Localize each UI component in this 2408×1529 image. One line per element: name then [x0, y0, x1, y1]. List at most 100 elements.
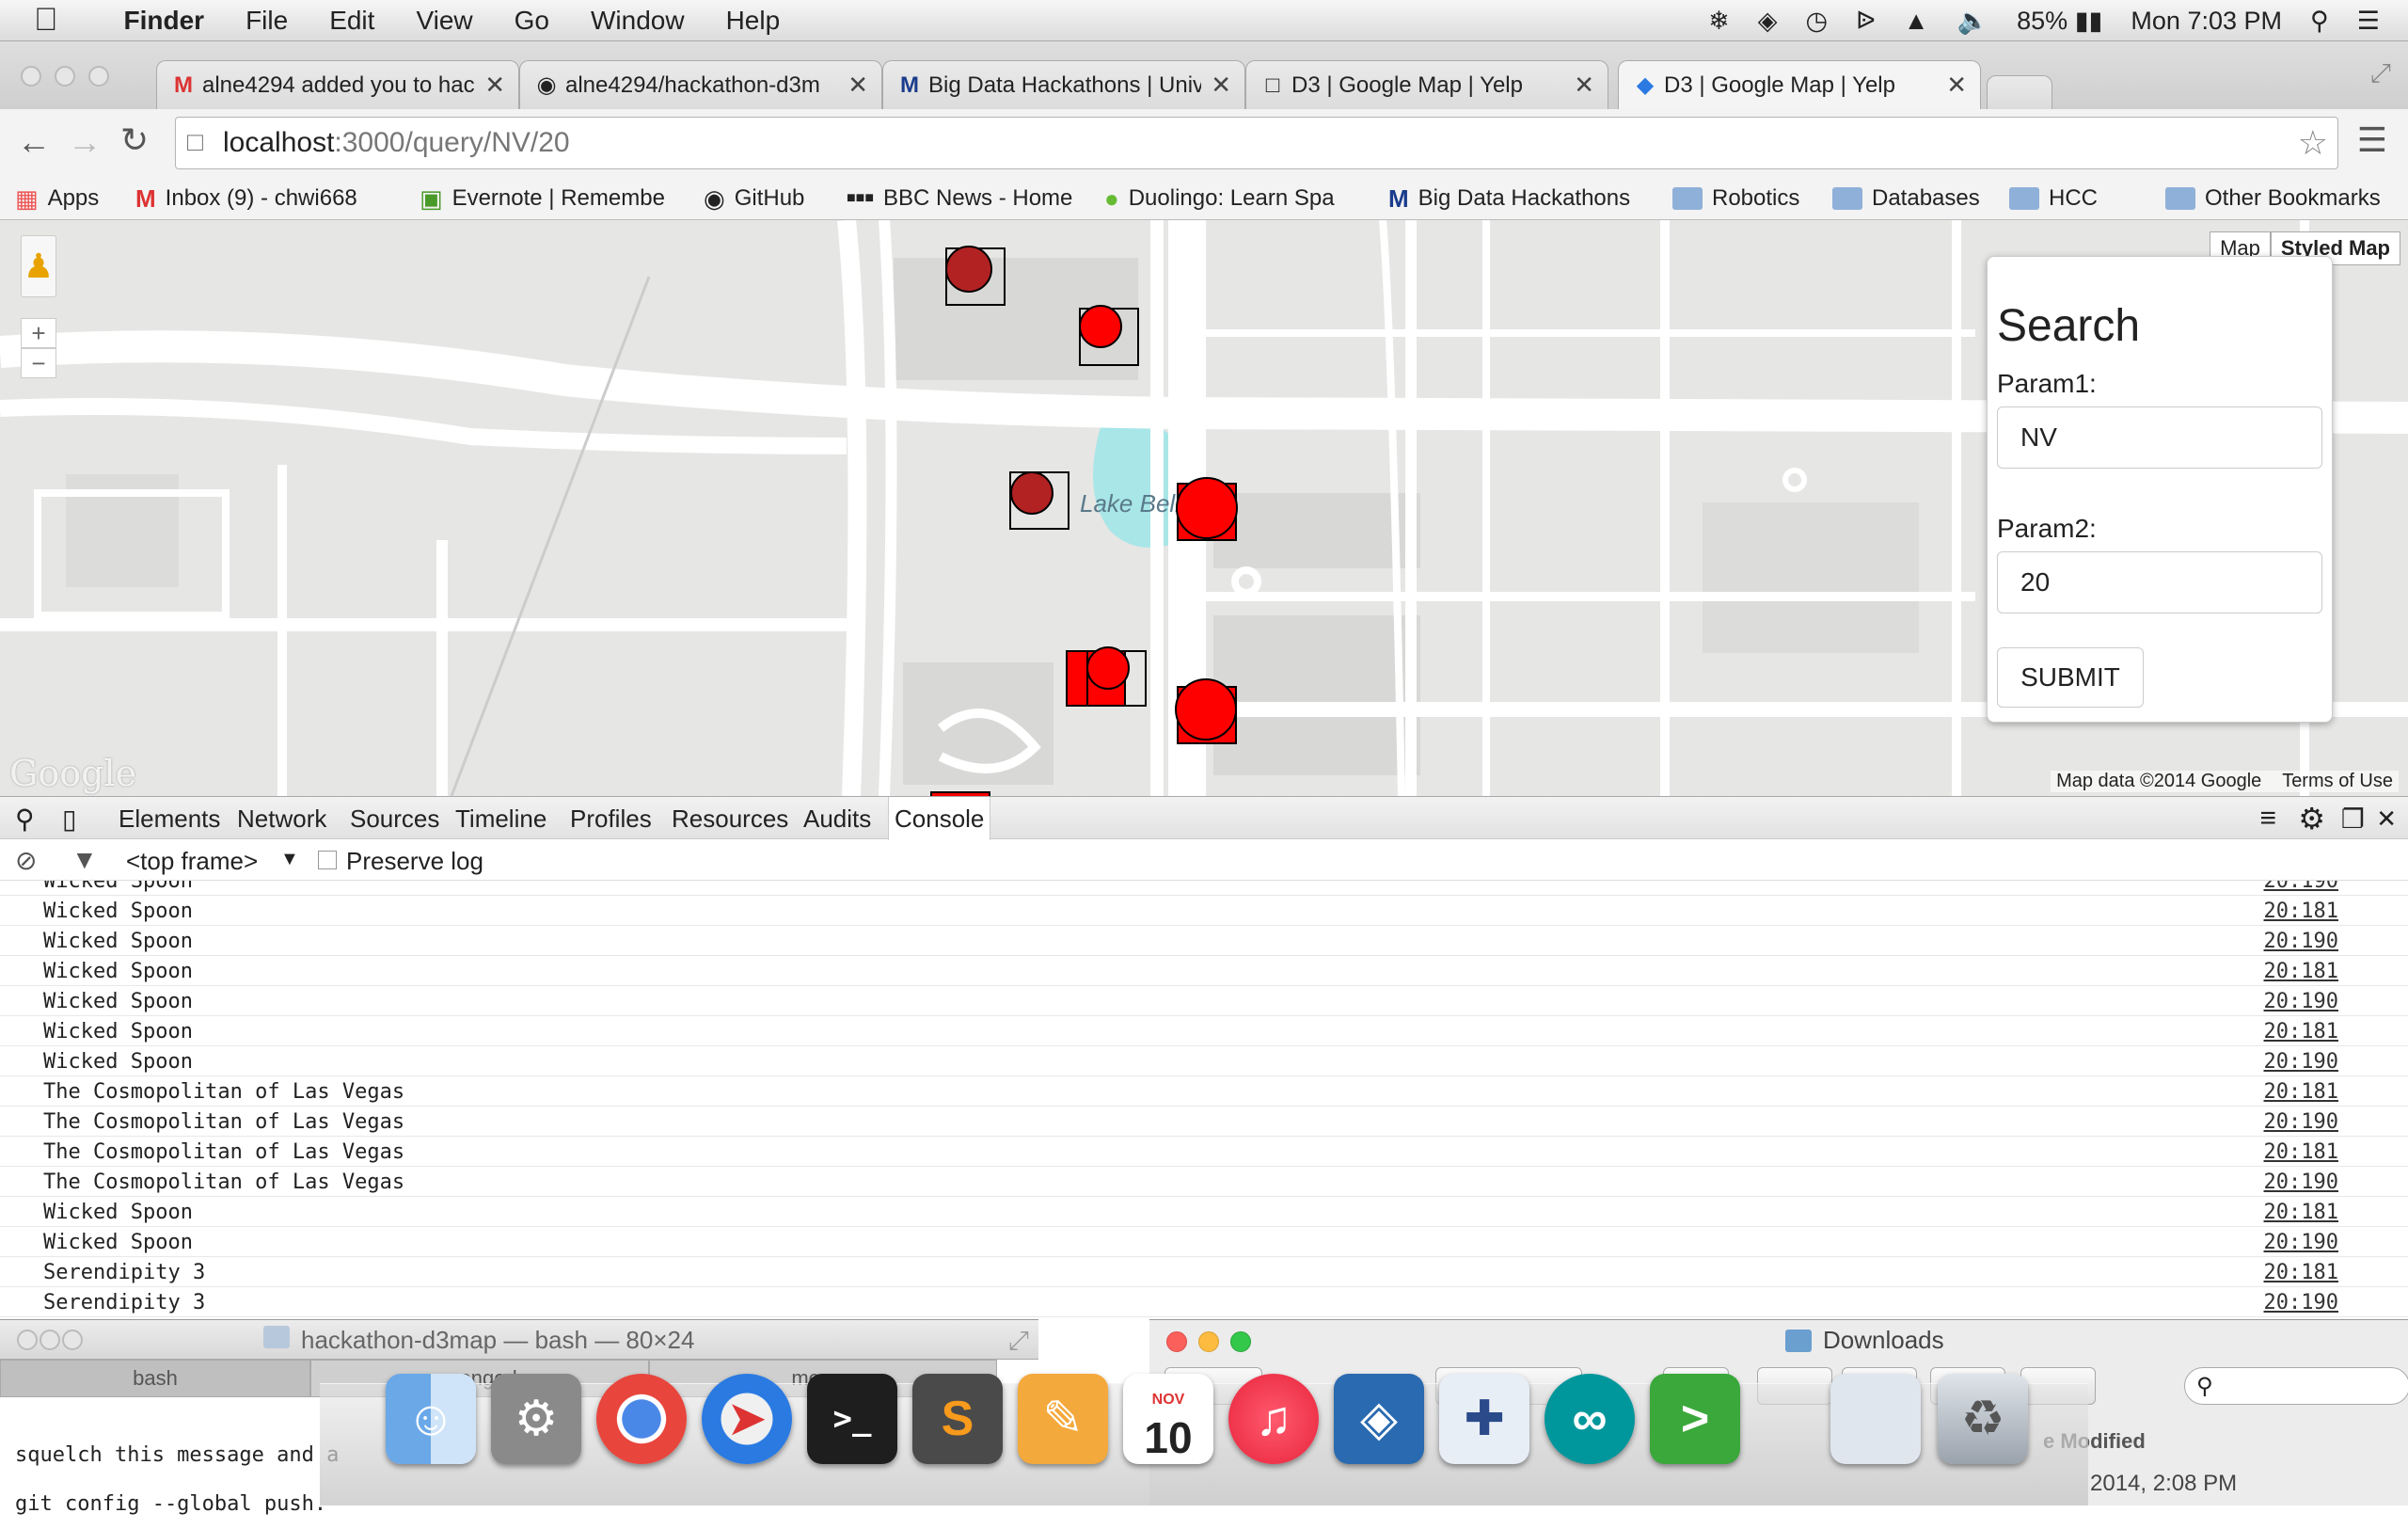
filter-icon[interactable]: ▼	[71, 845, 98, 875]
back-icon[interactable]: ←	[17, 122, 51, 162]
itunes-icon[interactable]: ♫	[1228, 1374, 1319, 1464]
fullscreen-icon[interactable]: ⤢	[2370, 58, 2391, 89]
pages-icon[interactable]: ✎	[1018, 1374, 1108, 1464]
tab-close-icon[interactable]: ✕	[1946, 71, 1967, 100]
tab-elements[interactable]: Elements	[119, 797, 220, 840]
source-link[interactable]: 20:181	[2264, 900, 2338, 923]
system-preferences-icon[interactable]: ⚙	[491, 1374, 581, 1464]
window-close-button[interactable]	[21, 66, 41, 87]
menu-go[interactable]: Go	[515, 6, 549, 36]
tab-close-icon[interactable]: ✕	[1574, 71, 1594, 100]
source-link[interactable]: 20:181	[2264, 1261, 2338, 1284]
source-link[interactable]: 20:181	[2264, 1140, 2338, 1164]
source-link[interactable]: 20:190	[2264, 1291, 2338, 1314]
new-tab-button[interactable]	[1987, 75, 2052, 109]
dock-side-icon[interactable]: ❐	[2341, 797, 2365, 840]
tableau-icon[interactable]: ✚	[1439, 1374, 1529, 1464]
address-bar[interactable]: □ localhost:3000/query/NV/20 ☆	[175, 117, 2338, 169]
google-map[interactable]: Lake Bell ♟ + − Map Styled Map Search Pa…	[0, 220, 2408, 796]
safari-icon[interactable]: ➤	[702, 1374, 792, 1464]
bookmark-github[interactable]: ◉ GitHub	[704, 177, 804, 220]
notification-center-icon[interactable]: ☰	[2357, 7, 2380, 36]
zoom-in-button[interactable]: +	[21, 318, 56, 348]
tab-profiles[interactable]: Profiles	[570, 797, 652, 840]
tab-audits[interactable]: Audits	[803, 797, 871, 840]
source-link[interactable]: 20:190	[2264, 881, 2338, 893]
frame-selector[interactable]: <top frame>	[126, 847, 258, 876]
finder-search-field[interactable]: ⚲	[2184, 1367, 2408, 1405]
bookmark-folder-robotics[interactable]: Robotics	[1672, 177, 1799, 220]
bookmark-folder-other[interactable]: Other Bookmarks	[2165, 177, 2381, 220]
spotlight-search-icon[interactable]: ⚲	[2310, 7, 2329, 36]
snowflake-icon[interactable]: ❄	[1708, 7, 1730, 36]
terminal-icon[interactable]: >_	[807, 1374, 897, 1464]
menu-help[interactable]: Help	[726, 6, 781, 36]
terms-link[interactable]: Terms of Use	[2282, 771, 2393, 791]
source-link[interactable]: 20:190	[2264, 1110, 2338, 1134]
reload-icon[interactable]: ↻	[120, 120, 149, 160]
arduino-icon[interactable]: ∞	[1545, 1374, 1635, 1464]
close-devtools-icon[interactable]: ✕	[2376, 797, 2397, 840]
apple-menu-icon[interactable]: 	[34, 2, 58, 39]
tab-close-icon[interactable]: ✕	[848, 71, 868, 100]
clear-console-icon[interactable]: ⊘	[15, 845, 37, 876]
terminal-minimize-button[interactable]	[40, 1330, 60, 1350]
clock[interactable]: Mon 7:03 PM	[2131, 7, 2282, 36]
source-link[interactable]: 20:190	[2264, 930, 2338, 953]
chrome-icon[interactable]	[596, 1374, 687, 1464]
browser-tab[interactable]: □ D3 | Google Map | Yelp ✕	[1245, 60, 1608, 109]
source-link[interactable]: 20:181	[2264, 960, 2338, 983]
bookmark-apps[interactable]: ▦ Apps	[15, 177, 99, 220]
marker-dot[interactable]	[1175, 678, 1237, 741]
bookmark-folder-hcc[interactable]: HCC	[2009, 177, 2098, 220]
bookmark-evernote[interactable]: ▣ Evernote | Remembe	[420, 177, 665, 220]
marker-dot[interactable]	[945, 246, 992, 293]
battery-icon[interactable]: ▮▮	[2075, 7, 2103, 35]
inspect-search-icon[interactable]: ⚲	[15, 797, 35, 840]
param2-input[interactable]: 20	[1997, 551, 2322, 613]
menu-window[interactable]: Window	[591, 6, 685, 36]
window-zoom-button[interactable]	[88, 66, 109, 87]
finder-icon[interactable]: ☺	[386, 1374, 476, 1464]
browser-tab[interactable]: ◉ alne4294/hackathon-d3m ✕	[519, 60, 882, 109]
sublime-icon[interactable]: S	[912, 1374, 1003, 1464]
source-link[interactable]: 20:190	[2264, 1171, 2338, 1194]
calendar-icon[interactable]: NOV 10	[1123, 1374, 1213, 1464]
street-view-pegman-icon[interactable]: ♟	[21, 235, 56, 297]
terminal-tab-bash[interactable]: bash	[0, 1360, 310, 1397]
submit-button[interactable]: SUBMIT	[1997, 647, 2144, 708]
fullscreen-icon[interactable]: ⤢	[1008, 1326, 1029, 1357]
source-link[interactable]: 20:181	[2264, 1080, 2338, 1104]
finder-minimize-button[interactable]	[1198, 1331, 1219, 1352]
forward-icon[interactable]: →	[68, 122, 102, 162]
console-output[interactable]: Wicked Spoon 20:190 Wicked Spoon 20:181 Wi…	[0, 881, 2408, 1319]
bookmark-star-icon[interactable]: ☆	[2298, 123, 2328, 163]
preview-icon[interactable]	[1830, 1374, 1921, 1464]
device-mode-icon[interactable]: ▯	[62, 797, 76, 840]
trash-icon[interactable]: ♻	[1938, 1374, 2028, 1464]
page-info-icon[interactable]: □	[187, 127, 203, 157]
bookmark-inbox[interactable]: M Inbox (9) - chwi668	[135, 177, 357, 220]
menu-file[interactable]: File	[246, 6, 288, 36]
marker-dot[interactable]	[1079, 305, 1122, 348]
tab-timeline[interactable]: Timeline	[455, 797, 547, 840]
tab-resources[interactable]: Resources	[672, 797, 788, 840]
tab-console[interactable]: Console	[888, 797, 991, 840]
marker-dot[interactable]	[1176, 477, 1238, 539]
console-drawer-icon[interactable]: ≡	[2259, 797, 2276, 840]
marker-dot[interactable]	[1086, 646, 1130, 690]
param1-input[interactable]: NV	[1997, 406, 2322, 469]
dropbox-icon[interactable]: ◈	[1758, 7, 1778, 36]
chrome-menu-icon[interactable]: ☰	[2357, 120, 2387, 160]
menu-edit[interactable]: Edit	[329, 6, 374, 36]
browser-tab[interactable]: M Big Data Hackathons | Univ ✕	[882, 60, 1245, 109]
time-machine-icon[interactable]: ◷	[1805, 7, 1828, 36]
source-link[interactable]: 20:181	[2264, 1020, 2338, 1043]
finder-zoom-button[interactable]	[1230, 1331, 1251, 1352]
browser-tab-active[interactable]: ◆ D3 | Google Map | Yelp ✕	[1618, 60, 1981, 109]
tab-close-icon[interactable]: ✕	[1211, 71, 1231, 100]
wifi-icon[interactable]: ▲	[1904, 7, 1929, 36]
tab-sources[interactable]: Sources	[350, 797, 439, 840]
zoom-out-button[interactable]: −	[21, 348, 56, 378]
menu-view[interactable]: View	[416, 6, 472, 36]
